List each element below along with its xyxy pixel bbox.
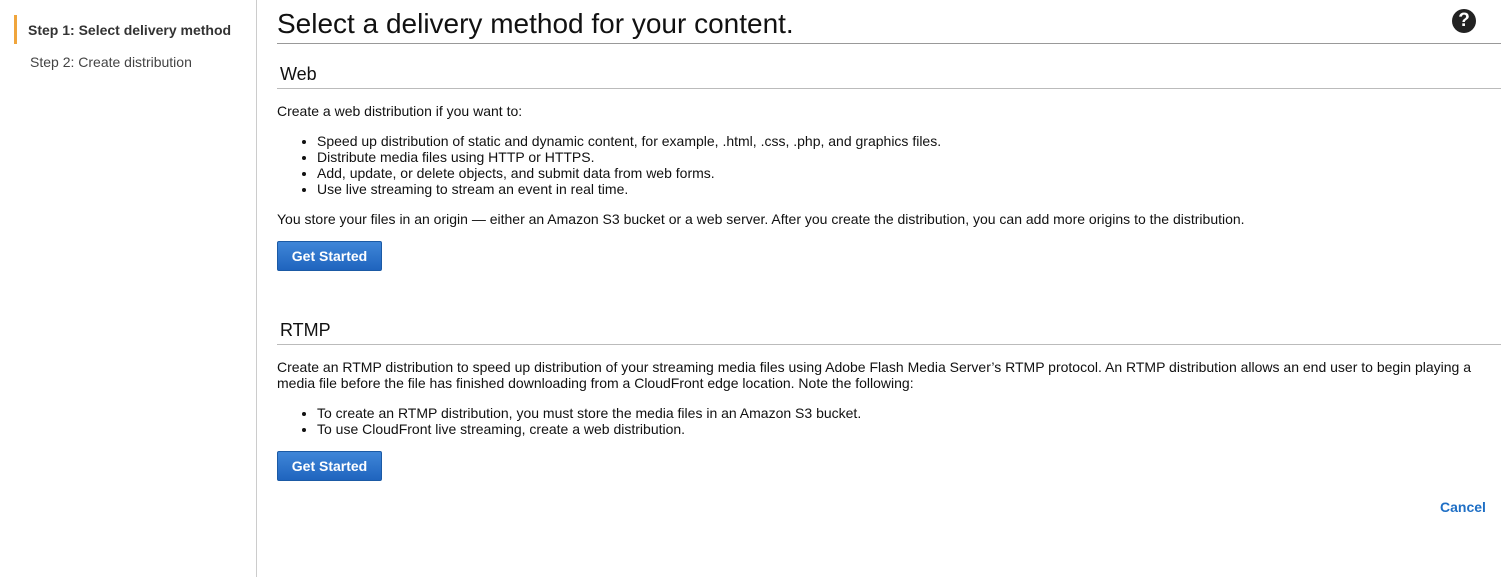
rtmp-bullet-list: To create an RTMP distribution, you must… [277,405,861,437]
wizard-page: Step 1: Select delivery method Step 2: C… [0,0,1506,577]
web-heading: Web [280,64,317,84]
list-item: Add, update, or delete objects, and subm… [317,165,941,181]
list-item: To use CloudFront live streaming, create… [317,421,861,437]
rtmp-heading: RTMP [280,320,331,340]
list-item: To create an RTMP distribution, you must… [317,405,861,421]
step-2-create-distribution[interactable]: Step 2: Create distribution [17,53,192,71]
web-intro: Create a web distribution if you want to… [277,103,523,119]
list-item: Speed up distribution of static and dyna… [317,133,941,149]
help-icon[interactable]: ? [1452,9,1476,33]
web-divider [277,88,1501,89]
title-divider [277,43,1501,44]
wizard-steps-sidebar: Step 1: Select delivery method Step 2: C… [0,0,257,577]
rtmp-intro: Create an RTMP distribution to speed up … [277,359,1472,391]
list-item: Use live streaming to stream an event in… [317,181,941,197]
list-item: Distribute media files using HTTP or HTT… [317,149,941,165]
rtmp-get-started-button[interactable]: Get Started [277,451,382,481]
web-get-started-button[interactable]: Get Started [277,241,382,271]
cancel-link[interactable]: Cancel [1440,499,1486,515]
web-bullet-list: Speed up distribution of static and dyna… [277,133,941,197]
rtmp-divider [277,344,1501,345]
web-origin-note: You store your files in an origin — eith… [277,211,1245,227]
page-title: Select a delivery method for your conten… [277,8,794,39]
step-1-select-delivery-method[interactable]: Step 1: Select delivery method [14,15,231,44]
